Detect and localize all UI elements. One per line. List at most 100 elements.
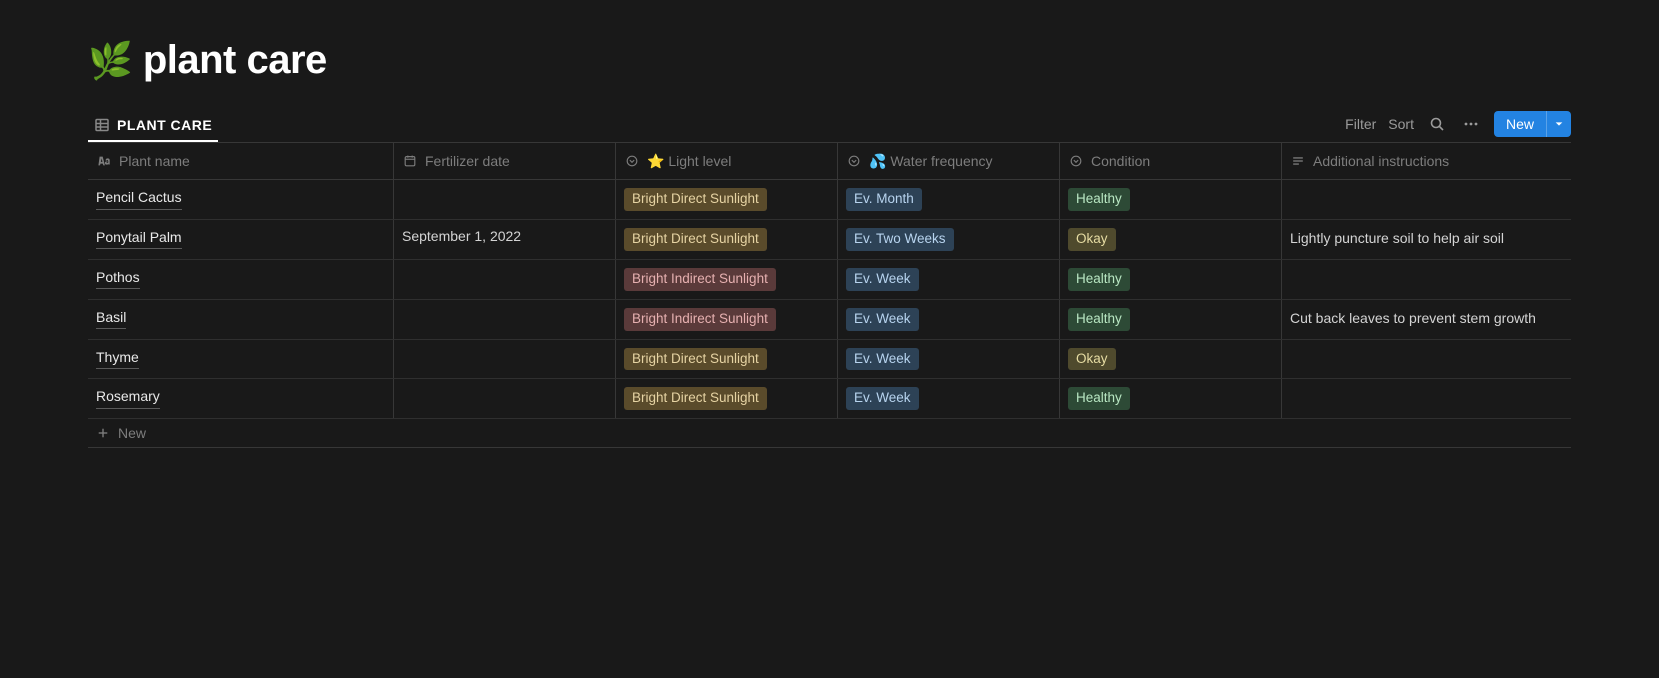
condition-tag: Healthy — [1068, 387, 1130, 410]
table-header-row: Plant name Fertilizer date ⭐ Light level — [88, 143, 1571, 180]
column-header-condition[interactable]: Condition — [1060, 143, 1282, 179]
column-header-label: Additional instructions — [1313, 153, 1449, 169]
table-row: Basil Bright Indirect Sunlight Ev. Week Hea… — [88, 300, 1571, 340]
light-level-tag: Bright Direct Sunlight — [624, 348, 767, 371]
select-property-icon — [1068, 153, 1084, 169]
column-header-instructions[interactable]: Additional instructions — [1282, 143, 1571, 179]
column-header-label: ⭐ Light level — [647, 153, 731, 170]
cell-condition[interactable]: Healthy — [1060, 300, 1282, 339]
cell-water-frequency[interactable]: Ev. Week — [838, 300, 1060, 339]
water-frequency-tag: Ev. Two Weeks — [846, 228, 954, 251]
cell-fertilizer-date[interactable]: September 1, 2022 — [394, 220, 616, 259]
cell-condition[interactable]: Healthy — [1060, 379, 1282, 418]
cell-instructions[interactable] — [1282, 340, 1571, 379]
cell-condition[interactable]: Healthy — [1060, 180, 1282, 219]
view-tab-plant-care[interactable]: PLANT CARE — [88, 109, 218, 142]
new-row-label: New — [118, 425, 146, 441]
cell-light-level[interactable]: Bright Direct Sunlight — [616, 180, 838, 219]
cell-plant-name[interactable]: Ponytail Palm — [88, 220, 394, 259]
cell-condition[interactable]: Okay — [1060, 340, 1282, 379]
cell-instructions[interactable] — [1282, 180, 1571, 219]
page-title[interactable]: plant care — [143, 38, 327, 83]
light-level-tag: Bright Direct Sunlight — [624, 188, 767, 211]
plant-name-link[interactable]: Ponytail Palm — [96, 228, 182, 250]
column-header-label: 💦 Water frequency — [869, 153, 993, 170]
condition-tag: Healthy — [1068, 188, 1130, 211]
condition-tag: Okay — [1068, 228, 1116, 251]
column-header-label: Condition — [1091, 153, 1150, 169]
cell-light-level[interactable]: Bright Direct Sunlight — [616, 220, 838, 259]
cell-instructions[interactable] — [1282, 379, 1571, 418]
light-level-tag: Bright Direct Sunlight — [624, 387, 767, 410]
table-row: Pothos Bright Indirect Sunlight Ev. Week He… — [88, 260, 1571, 300]
cell-water-frequency[interactable]: Ev. Week — [838, 379, 1060, 418]
cell-plant-name[interactable]: Pothos — [88, 260, 394, 299]
cell-light-level[interactable]: Bright Direct Sunlight — [616, 379, 838, 418]
condition-tag: Okay — [1068, 348, 1116, 371]
search-icon[interactable] — [1426, 113, 1448, 135]
water-frequency-tag: Ev. Week — [846, 268, 919, 291]
text-lines-icon — [1290, 153, 1306, 169]
more-icon[interactable] — [1460, 113, 1482, 135]
views-bar: PLANT CARE Filter Sort New — [88, 109, 1571, 143]
new-button-dropdown[interactable] — [1546, 111, 1571, 137]
cell-fertilizer-date[interactable] — [394, 340, 616, 379]
plant-name-link[interactable]: Thyme — [96, 348, 139, 370]
instructions-text: Cut back leaves to prevent stem growth — [1290, 308, 1536, 329]
cell-fertilizer-date[interactable] — [394, 379, 616, 418]
plant-name-link[interactable]: Pothos — [96, 268, 140, 290]
plant-name-link[interactable]: Pencil Cactus — [96, 188, 182, 210]
cell-water-frequency[interactable]: Ev. Week — [838, 340, 1060, 379]
cell-instructions[interactable]: Cut back leaves to prevent stem growth — [1282, 300, 1571, 339]
table-row: Ponytail Palm September 1, 2022 Bright Dir… — [88, 220, 1571, 260]
cell-fertilizer-date[interactable] — [394, 260, 616, 299]
plus-icon — [96, 426, 110, 440]
select-property-icon — [624, 153, 640, 169]
cell-light-level[interactable]: Bright Indirect Sunlight — [616, 260, 838, 299]
cell-water-frequency[interactable]: Ev. Week — [838, 260, 1060, 299]
sort-button[interactable]: Sort — [1388, 116, 1414, 132]
cell-condition[interactable]: Okay — [1060, 220, 1282, 259]
column-header-water[interactable]: 💦 Water frequency — [838, 143, 1060, 179]
new-row-button[interactable]: New — [88, 419, 1571, 448]
water-frequency-tag: Ev. Month — [846, 188, 922, 211]
view-tab-label: PLANT CARE — [117, 117, 212, 133]
new-button[interactable]: New — [1494, 111, 1546, 137]
date-property-icon — [402, 153, 418, 169]
light-level-tag: Bright Indirect Sunlight — [624, 268, 776, 291]
water-frequency-tag: Ev. Week — [846, 348, 919, 371]
light-level-tag: Bright Indirect Sunlight — [624, 308, 776, 331]
cell-light-level[interactable]: Bright Indirect Sunlight — [616, 300, 838, 339]
light-level-tag: Bright Direct Sunlight — [624, 228, 767, 251]
instructions-text: Lightly puncture soil to help air soil — [1290, 228, 1504, 249]
cell-instructions[interactable]: Lightly puncture soil to help air soil — [1282, 220, 1571, 259]
water-frequency-tag: Ev. Week — [846, 308, 919, 331]
cell-light-level[interactable]: Bright Direct Sunlight — [616, 340, 838, 379]
condition-tag: Healthy — [1068, 268, 1130, 291]
column-header-name[interactable]: Plant name — [88, 143, 394, 179]
fertilizer-date-value: September 1, 2022 — [402, 228, 521, 244]
cell-fertilizer-date[interactable] — [394, 180, 616, 219]
cell-fertilizer-date[interactable] — [394, 300, 616, 339]
plant-name-link[interactable]: Basil — [96, 308, 126, 330]
column-header-light[interactable]: ⭐ Light level — [616, 143, 838, 179]
filter-button[interactable]: Filter — [1345, 116, 1376, 132]
table-row: Thyme Bright Direct Sunlight Ev. Week Okay — [88, 340, 1571, 380]
cell-water-frequency[interactable]: Ev. Month — [838, 180, 1060, 219]
condition-tag: Healthy — [1068, 308, 1130, 331]
cell-plant-name[interactable]: Pencil Cactus — [88, 180, 394, 219]
page-icon[interactable]: 🌿 — [88, 43, 133, 79]
column-header-fertilizer[interactable]: Fertilizer date — [394, 143, 616, 179]
cell-condition[interactable]: Healthy — [1060, 260, 1282, 299]
new-button-group: New — [1494, 111, 1571, 137]
cell-plant-name[interactable]: Rosemary — [88, 379, 394, 418]
cell-plant-name[interactable]: Thyme — [88, 340, 394, 379]
page-header: 🌿 plant care — [88, 0, 1571, 101]
table-row: Rosemary Bright Direct Sunlight Ev. Week He… — [88, 379, 1571, 419]
text-property-icon — [96, 153, 112, 169]
cell-water-frequency[interactable]: Ev. Two Weeks — [838, 220, 1060, 259]
plant-name-link[interactable]: Rosemary — [96, 387, 160, 409]
cell-plant-name[interactable]: Basil — [88, 300, 394, 339]
database-table: Plant name Fertilizer date ⭐ Light level — [88, 143, 1571, 448]
cell-instructions[interactable] — [1282, 260, 1571, 299]
